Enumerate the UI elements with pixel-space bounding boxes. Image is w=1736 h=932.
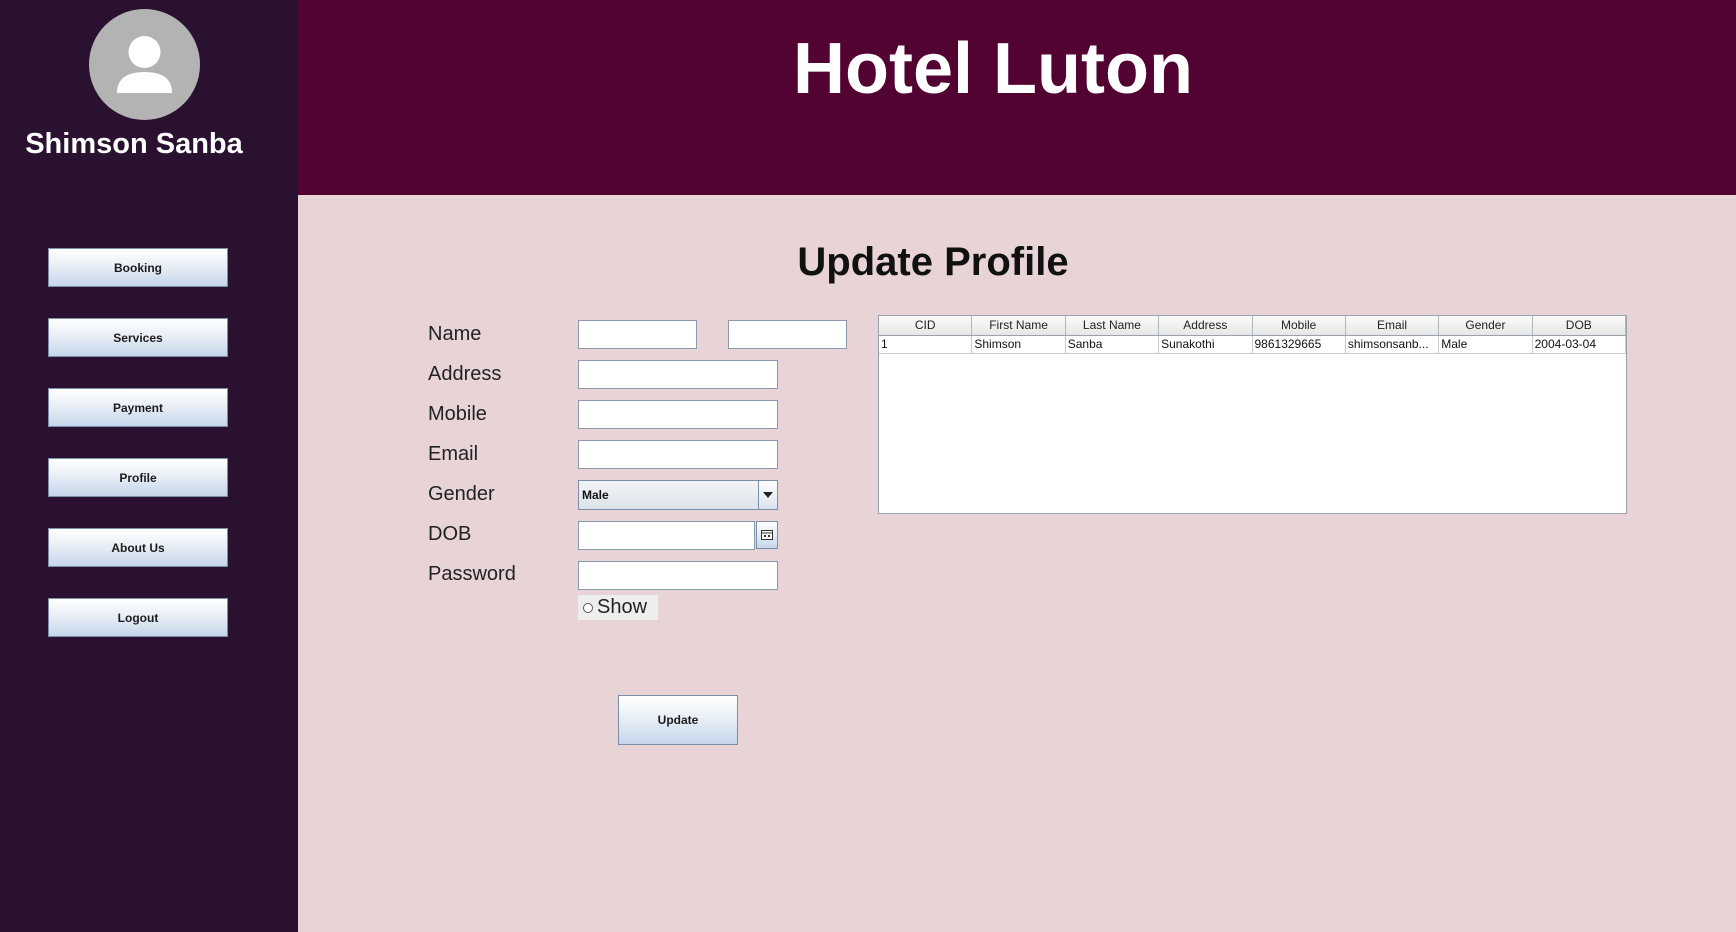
column-header-first-name[interactable]: First Name xyxy=(972,316,1066,335)
update-button[interactable]: Update xyxy=(618,695,738,745)
column-header-address[interactable]: Address xyxy=(1159,316,1253,335)
chevron-down-icon[interactable] xyxy=(758,481,777,509)
name-label: Name xyxy=(428,323,482,345)
table-cell[interactable]: 1 xyxy=(879,336,973,353)
table-cell[interactable]: shimsonsanb... xyxy=(1346,336,1440,353)
logout-button[interactable]: Logout xyxy=(48,598,228,637)
calendar-icon xyxy=(761,530,773,540)
email-input[interactable] xyxy=(578,440,778,469)
column-header-email[interactable]: Email xyxy=(1346,316,1440,335)
table-row[interactable]: 1 Shimson Sanba Sunakothi 9861329665 shi… xyxy=(879,336,1626,354)
column-header-gender[interactable]: Gender xyxy=(1439,316,1533,335)
mobile-input[interactable] xyxy=(578,400,778,429)
column-header-cid[interactable]: CID xyxy=(879,316,973,335)
address-input[interactable] xyxy=(578,360,778,389)
table-cell[interactable]: Sunakothi xyxy=(1159,336,1253,353)
password-label: Password xyxy=(428,563,516,585)
column-header-dob[interactable]: DOB xyxy=(1533,316,1626,335)
user-avatar-icon xyxy=(89,9,200,120)
profile-button[interactable]: Profile xyxy=(48,458,228,497)
payment-button[interactable]: Payment xyxy=(48,388,228,427)
table-cell[interactable]: Sanba xyxy=(1066,336,1160,353)
about-us-button[interactable]: About Us xyxy=(48,528,228,567)
show-password-toggle[interactable]: Show xyxy=(578,595,658,620)
calendar-button[interactable] xyxy=(756,521,778,549)
last-name-input[interactable] xyxy=(728,320,847,349)
table-cell[interactable]: 2004-03-04 xyxy=(1533,336,1626,353)
column-header-mobile[interactable]: Mobile xyxy=(1253,316,1346,335)
password-input[interactable] xyxy=(578,561,778,590)
dob-input[interactable] xyxy=(578,521,755,550)
table-cell[interactable]: Male xyxy=(1439,336,1533,353)
address-label: Address xyxy=(428,363,502,385)
sidebar: Shimson Sanba Booking Services Payment P… xyxy=(0,0,298,932)
table-cell[interactable]: 9861329665 xyxy=(1253,336,1346,353)
gender-select[interactable]: Male xyxy=(578,480,778,510)
email-label: Email xyxy=(428,443,479,465)
customer-table: CID First Name Last Name Address Mobile … xyxy=(878,315,1627,514)
table-header: CID First Name Last Name Address Mobile … xyxy=(879,316,1626,336)
column-header-last-name[interactable]: Last Name xyxy=(1066,316,1160,335)
first-name-input[interactable] xyxy=(578,320,697,349)
hotel-title: Hotel Luton xyxy=(793,29,1193,109)
mobile-label: Mobile xyxy=(428,403,487,425)
show-password-label: Show xyxy=(597,596,648,618)
booking-button[interactable]: Booking xyxy=(48,248,228,287)
dob-label: DOB xyxy=(428,523,472,545)
user-name: Shimson Sanba xyxy=(25,128,243,160)
table-cell[interactable]: Shimson xyxy=(972,336,1066,353)
radio-icon[interactable] xyxy=(583,602,593,613)
gender-label: Gender xyxy=(428,483,495,505)
services-button[interactable]: Services xyxy=(48,318,228,357)
gender-selected-value: Male xyxy=(582,488,609,502)
page-title: Update Profile xyxy=(797,240,1069,284)
header: Hotel Luton xyxy=(298,0,1736,195)
